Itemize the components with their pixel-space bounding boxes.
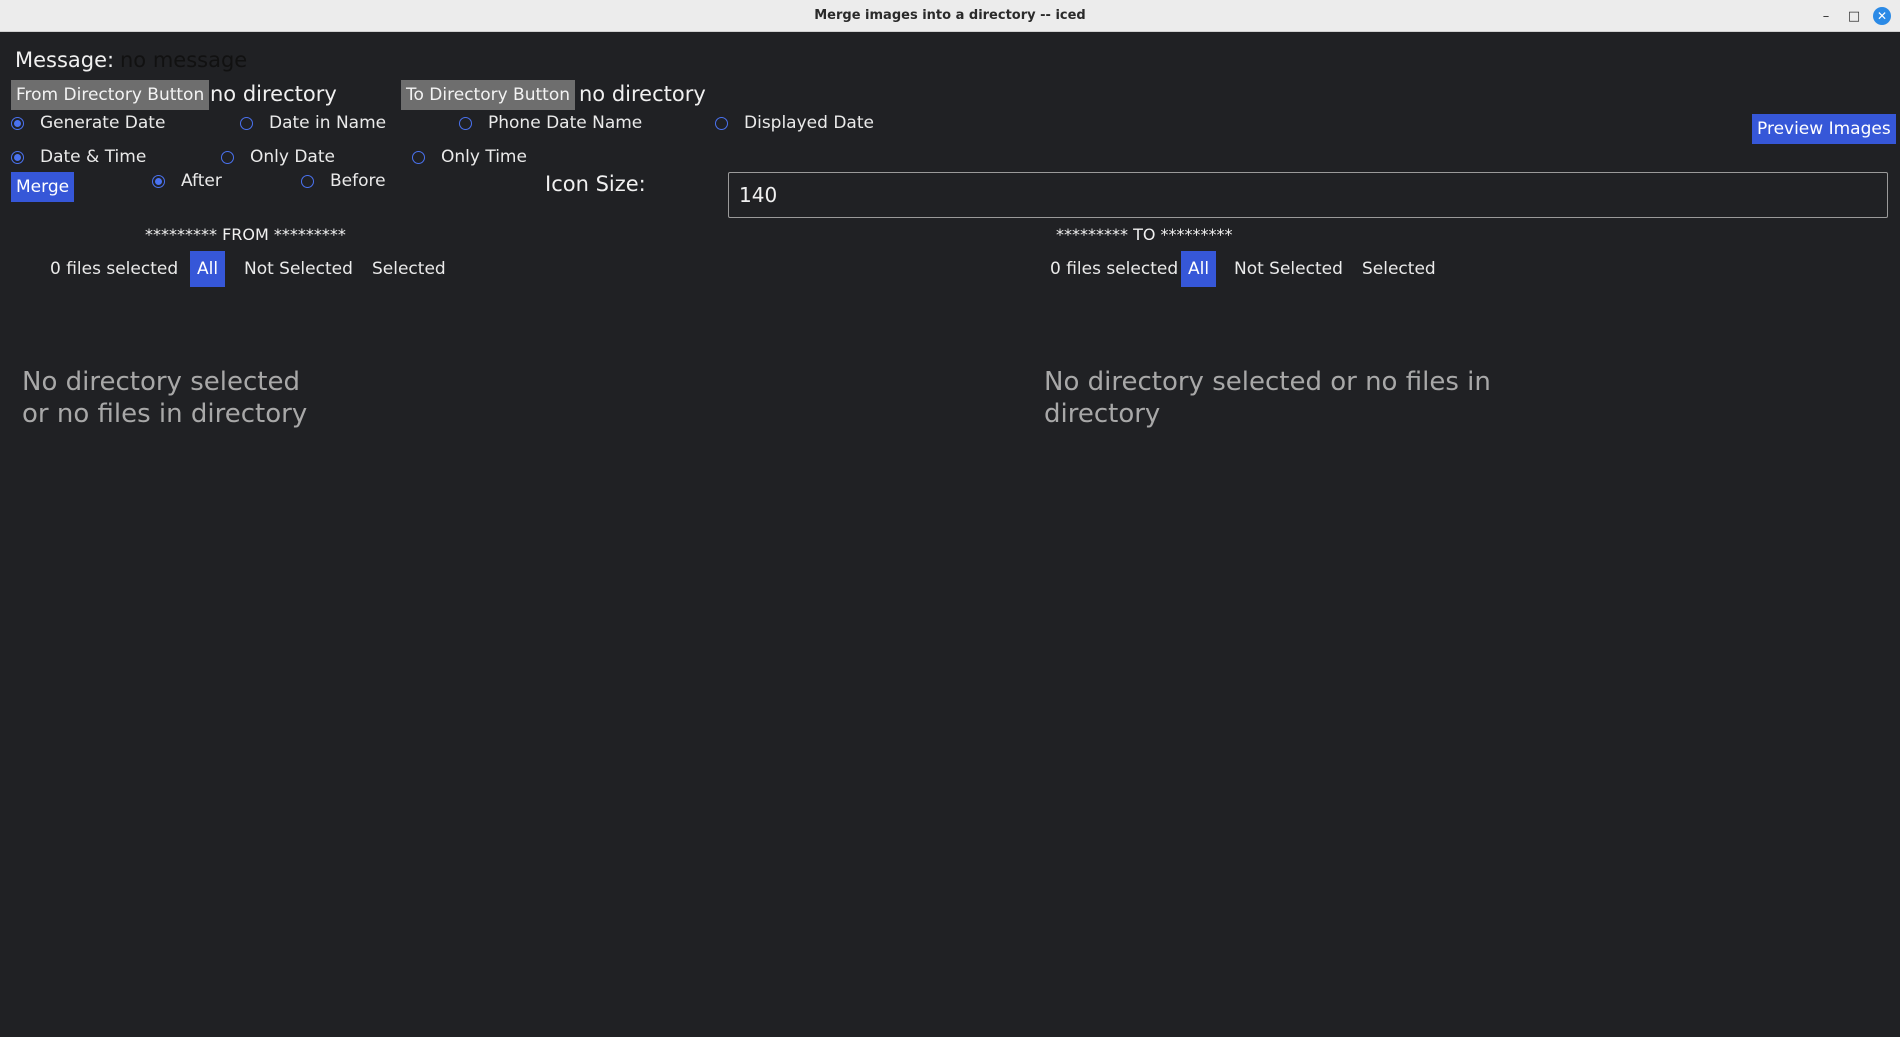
radio-displayed-date[interactable]: Displayed Date xyxy=(715,113,874,133)
icon-size-label: Icon Size: xyxy=(545,172,646,196)
radio-before[interactable]: Before xyxy=(301,171,386,191)
from-empty-message: No directory selected or no files in dir… xyxy=(22,367,308,429)
to-panel-heading: ********* TO ********* xyxy=(1056,225,1233,244)
preview-images-button[interactable]: Preview Images xyxy=(1752,114,1896,144)
radio-label: Only Date xyxy=(250,147,335,167)
to-directory-value: no directory xyxy=(579,82,706,106)
close-icon[interactable]: ✕ xyxy=(1873,7,1891,25)
to-directory-button[interactable]: To Directory Button xyxy=(401,80,575,110)
radio-unselected-icon xyxy=(301,174,314,188)
from-directory-value: no directory xyxy=(210,82,337,106)
from-files-count: 0 files selected xyxy=(50,259,179,279)
merge-button[interactable]: Merge xyxy=(11,172,75,202)
to-empty-message: No directory selected or no files in dir… xyxy=(1044,367,1491,429)
from-filter-selected[interactable]: Selected xyxy=(372,259,446,279)
window-title: Merge images into a directory -- iced xyxy=(814,8,1086,23)
icon-size-input[interactable] xyxy=(728,172,1888,218)
radio-unselected-icon xyxy=(459,116,472,130)
radio-date-and-time[interactable]: Date & Time xyxy=(11,147,146,167)
radio-only-time[interactable]: Only Time xyxy=(412,147,527,167)
radio-phone-date-name[interactable]: Phone Date Name xyxy=(459,113,642,133)
radio-only-date[interactable]: Only Date xyxy=(221,147,335,167)
radio-after[interactable]: After xyxy=(152,171,222,191)
maximize-icon[interactable]: □ xyxy=(1845,7,1863,25)
radio-label: Displayed Date xyxy=(744,113,874,133)
radio-date-in-name[interactable]: Date in Name xyxy=(240,113,386,133)
to-files-count: 0 files selected xyxy=(1050,259,1179,279)
radio-label: Date & Time xyxy=(40,147,147,167)
radio-generate-date[interactable]: Generate Date xyxy=(11,113,165,133)
to-filter-selected[interactable]: Selected xyxy=(1362,259,1436,279)
minimize-icon[interactable]: – xyxy=(1817,7,1835,25)
radio-label: Date in Name xyxy=(269,113,387,133)
radio-label: Before xyxy=(330,171,386,191)
from-directory-button[interactable]: From Directory Button xyxy=(11,80,210,110)
from-filter-all[interactable]: All xyxy=(190,251,226,287)
radio-label: Generate Date xyxy=(40,113,166,133)
radio-unselected-icon xyxy=(715,116,728,130)
message-label: Message: xyxy=(15,48,115,72)
radio-unselected-icon xyxy=(221,150,234,164)
from-filter-not-selected[interactable]: Not Selected xyxy=(244,259,353,279)
radio-unselected-icon xyxy=(240,116,253,130)
radio-selected-icon xyxy=(11,150,24,164)
from-panel-heading: ********* FROM ********* xyxy=(145,225,346,244)
radio-unselected-icon xyxy=(412,150,425,164)
to-filter-not-selected[interactable]: Not Selected xyxy=(1234,259,1343,279)
radio-label: After xyxy=(181,171,222,191)
radio-label: Phone Date Name xyxy=(488,113,643,133)
radio-selected-icon xyxy=(152,174,165,188)
to-filter-all[interactable]: All xyxy=(1181,251,1217,287)
window-titlebar: Merge images into a directory -- iced – … xyxy=(0,0,1900,32)
message-value: no message xyxy=(120,48,248,72)
radio-selected-icon xyxy=(11,116,24,130)
radio-label: Only Time xyxy=(441,147,527,167)
